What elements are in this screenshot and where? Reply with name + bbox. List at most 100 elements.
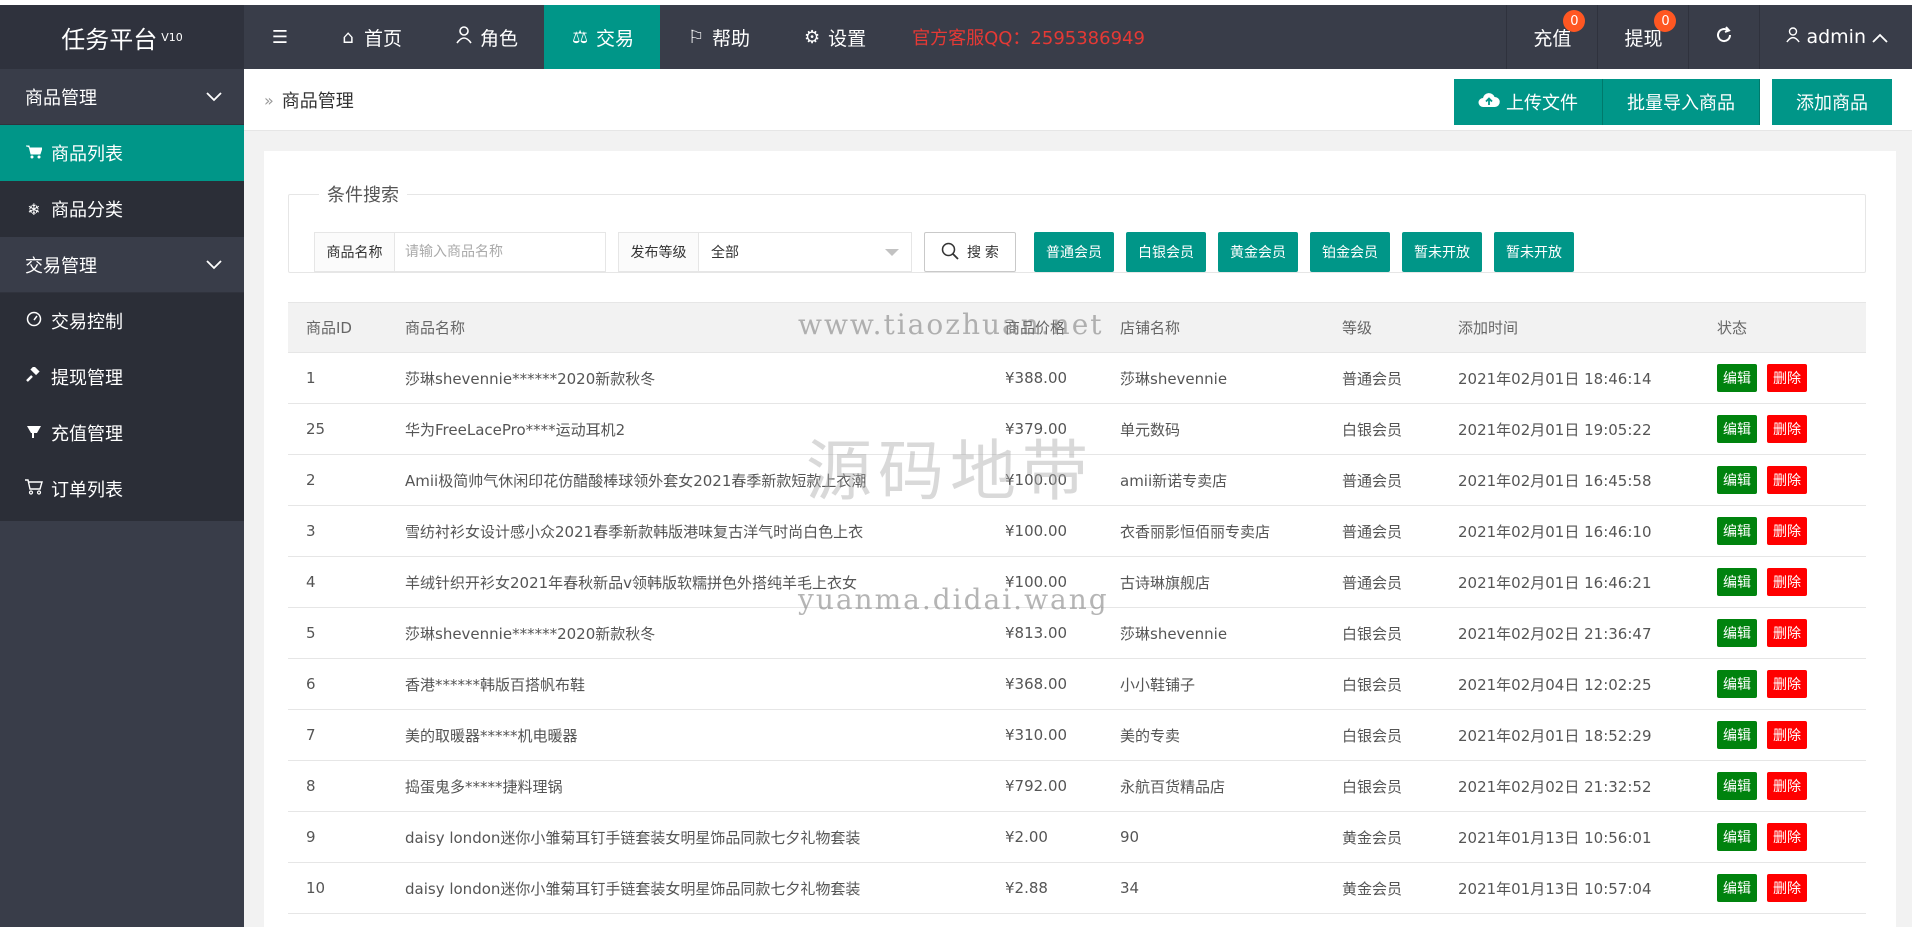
level-filter-silver[interactable]: 白银会员 [1126,232,1206,272]
level-select[interactable]: 全部 [699,233,911,271]
cell-status: 编辑 删除 [1699,454,1866,506]
top-right-actions: 充值 0 提现 0 admin [1506,5,1912,69]
cell-price: ¥100.00 [987,505,1102,557]
nav-help[interactable]: ⚐ 帮助 [660,5,776,69]
breadcrumb-current: 商品管理 [281,91,354,112]
sidebar-item-goods-category[interactable]: ❄ 商品分类 [0,181,244,237]
cell-shop: 34 [1102,862,1324,914]
upload-file-label: 上传文件 [1506,93,1578,113]
delete-button[interactable]: 删除 [1767,466,1807,494]
main-card: 条件搜索 商品名称 发布等级 全部 搜 索 普通会员 白银会员 黄金会员 铂金会… [264,151,1896,927]
cell-id: 2 [288,454,387,506]
user-menu[interactable]: admin [1759,5,1912,69]
search-button[interactable]: 搜 索 [924,232,1016,272]
edit-button[interactable]: 编辑 [1717,517,1757,545]
goods-name-input[interactable] [395,233,605,271]
cell-id: 4 [288,556,387,608]
cell-name: 莎琳shevennie******2020新款秋冬 [387,352,987,404]
table-row: 25 华为FreeLacePro****运动耳机2 ¥379.00 单元数码 白银会员 2… [288,403,1866,455]
cell-id: 10 [288,862,387,914]
edit-button[interactable]: 编辑 [1717,721,1757,749]
withdraw-button[interactable]: 提现 0 [1597,5,1688,69]
cell-name: 香港******韩版百搭帆布鞋 [387,658,987,710]
level-filter-unopened-2[interactable]: 暂未开放 [1494,232,1574,272]
nav-trade[interactable]: ⚖ 交易 [544,5,661,69]
add-goods-button[interactable]: 添加商品 [1772,79,1892,125]
edit-button[interactable]: 编辑 [1717,415,1757,443]
logo[interactable]: 任务平台 V10 [0,5,244,69]
search-panel: 条件搜索 商品名称 发布等级 全部 搜 索 普通会员 白银会员 黄金会员 铂金会… [288,181,1866,273]
sidebar-item-trade-control[interactable]: 交易控制 [0,293,244,349]
cloud-upload-icon [1478,91,1500,114]
upload-file-button[interactable]: 上传文件 [1454,79,1603,125]
cell-price: ¥100.00 [987,454,1102,506]
nav-role[interactable]: 角色 [428,5,544,69]
delete-button[interactable]: 删除 [1767,670,1807,698]
edit-button[interactable]: 编辑 [1717,874,1757,902]
cell-name: 美的取暖器*****机电暖器 [387,709,987,761]
menu-toggle-button[interactable]: ☰ [244,5,312,69]
sidebar-item-label: 交易控制 [51,312,123,333]
cell-price: ¥2.88 [987,862,1102,914]
level-filter-gold[interactable]: 黄金会员 [1218,232,1298,272]
batch-import-button[interactable]: 批量导入商品 [1603,79,1760,125]
cell-status: 编辑 删除 [1699,658,1866,710]
edit-button[interactable]: 编辑 [1717,568,1757,596]
nav-settings[interactable]: ⚙ 设置 [776,5,892,69]
cart-outline-icon [25,479,43,499]
edit-button[interactable]: 编辑 [1717,670,1757,698]
cell-name: 莎琳shevennie******2020新款秋冬 [387,607,987,659]
cell-time: 2021年02月01日 16:46:10 [1440,505,1699,557]
sidebar-group-label: 商品管理 [25,87,97,109]
sidebar-item-goods-list[interactable]: 商品列表 [0,125,244,181]
col-header-name: 商品名称 [387,302,987,353]
cell-shop: 古诗琳旗舰店 [1102,556,1324,608]
add-goods-label: 添加商品 [1796,93,1868,113]
cell-price: ¥388.00 [987,352,1102,404]
table-row: 7 美的取暖器*****机电暖器 ¥310.00 美的专卖 白银会员 2021年02月01… [288,709,1866,761]
level-field: 发布等级 全部 [618,232,912,272]
cell-level: 普通会员 [1324,352,1440,404]
delete-button[interactable]: 删除 [1767,517,1807,545]
cell-status: 编辑 删除 [1699,862,1866,914]
edit-button[interactable]: 编辑 [1717,772,1757,800]
delete-button[interactable]: 删除 [1767,415,1807,443]
level-filter-normal[interactable]: 普通会员 [1034,232,1114,272]
recharge-button[interactable]: 充值 0 [1506,5,1597,69]
delete-button[interactable]: 删除 [1767,619,1807,647]
cell-status: 编辑 删除 [1699,760,1866,812]
sidebar-item-orders[interactable]: 订单列表 [0,461,244,517]
cell-name: 捣蛋鬼多*****捷料理锅 [387,760,987,812]
edit-button[interactable]: 编辑 [1717,364,1757,392]
cell-time: 2021年02月01日 16:46:21 [1440,556,1699,608]
edit-button[interactable]: 编辑 [1717,619,1757,647]
search-row: 商品名称 发布等级 全部 搜 索 普通会员 白银会员 黄金会员 铂金会员 暂未开… [314,232,1574,272]
cell-time: 2021年02月01日 18:52:29 [1440,709,1699,761]
nav-home[interactable]: ⌂ 首页 [312,5,428,69]
delete-button[interactable]: 删除 [1767,721,1807,749]
level-filter-platinum[interactable]: 铂金会员 [1310,232,1390,272]
table-row: 3 雪纺衬衫女设计感小众2021春季新款韩版港味复古洋气时尚白色上衣 ¥100.00… [288,505,1866,557]
refresh-button[interactable] [1688,5,1759,69]
delete-button[interactable]: 删除 [1767,772,1807,800]
table-row: 4 羊绒针织开衫女2021年春秋新品v领韩版软糯拼色外搭纯羊毛上衣女 ¥100.00… [288,556,1866,608]
level-filter-unopened-1[interactable]: 暂未开放 [1402,232,1482,272]
sidebar-group-goods[interactable]: 商品管理 [0,69,244,125]
delete-button[interactable]: 删除 [1767,568,1807,596]
delete-button[interactable]: 删除 [1767,364,1807,392]
cell-level: 白银会员 [1324,658,1440,710]
cell-level: 黄金会员 [1324,811,1440,863]
nav-help-label: 帮助 [712,27,751,50]
delete-button[interactable]: 删除 [1767,823,1807,851]
cell-status: 编辑 删除 [1699,403,1866,455]
sidebar-group-trade[interactable]: 交易管理 [0,237,244,293]
flag-icon: ⚐ [687,26,705,48]
col-header-status: 状态 [1699,302,1866,353]
delete-button[interactable]: 删除 [1767,874,1807,902]
edit-button[interactable]: 编辑 [1717,823,1757,851]
sidebar-item-withdraw[interactable]: 提现管理 [0,349,244,405]
table-row: 10 daisy london迷你小雏菊耳钉手链套装女明星饰品同款七夕礼物套装 ¥2… [288,862,1866,914]
home-icon: ⌂ [342,26,354,48]
sidebar-item-recharge[interactable]: 充值管理 [0,405,244,461]
edit-button[interactable]: 编辑 [1717,466,1757,494]
